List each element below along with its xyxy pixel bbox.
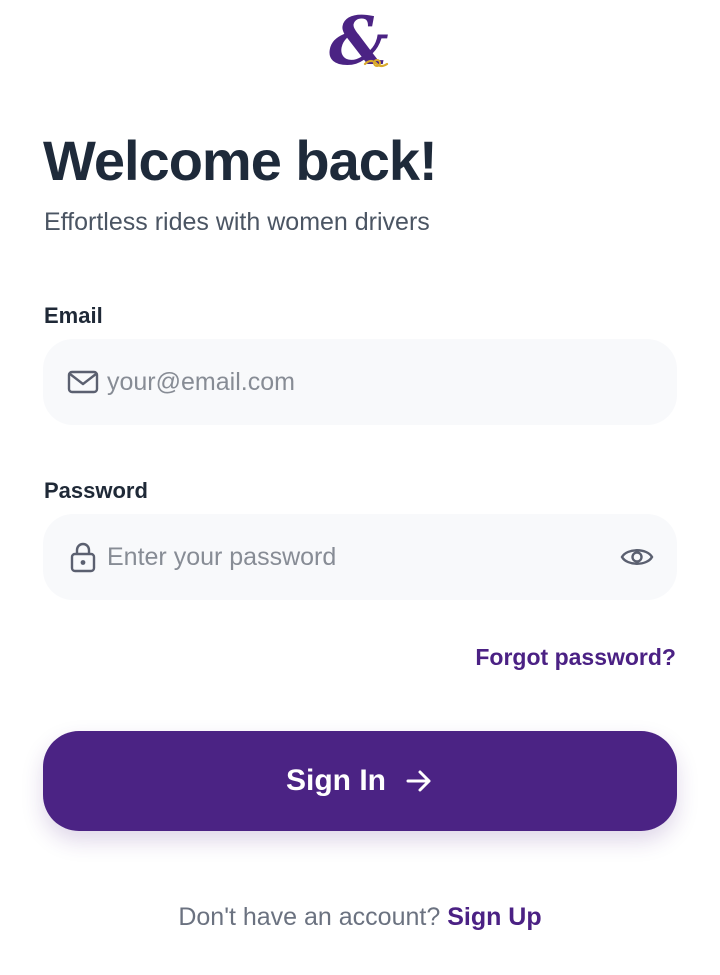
sign-in-label: Sign In	[286, 764, 386, 797]
email-label: Email	[44, 303, 103, 328]
signup-prompt-text: Don't have an account?	[178, 903, 448, 931]
sign-up-link[interactable]: Sign Up	[447, 903, 541, 931]
email-input[interactable]	[107, 339, 607, 425]
page-subtitle: Effortless rides with women drivers	[44, 208, 430, 236]
arrow-right-icon	[404, 766, 434, 796]
password-label: Password	[44, 478, 148, 503]
password-input[interactable]	[107, 514, 607, 600]
page-title: Welcome back!	[43, 129, 438, 192]
email-field[interactable]	[43, 339, 677, 425]
lock-icon	[67, 541, 99, 573]
password-field[interactable]	[43, 514, 677, 600]
eye-icon[interactable]	[619, 539, 655, 575]
login-screen: & Welcome back! Effortless rides with wo…	[0, 0, 720, 975]
ampersand-logo-icon: &	[325, 2, 395, 80]
signup-prompt: Don't have an account? Sign Up	[0, 903, 720, 932]
forgot-password-link[interactable]: Forgot password?	[475, 644, 676, 671]
sign-in-button[interactable]: Sign In	[43, 731, 677, 831]
mail-icon	[67, 366, 99, 398]
